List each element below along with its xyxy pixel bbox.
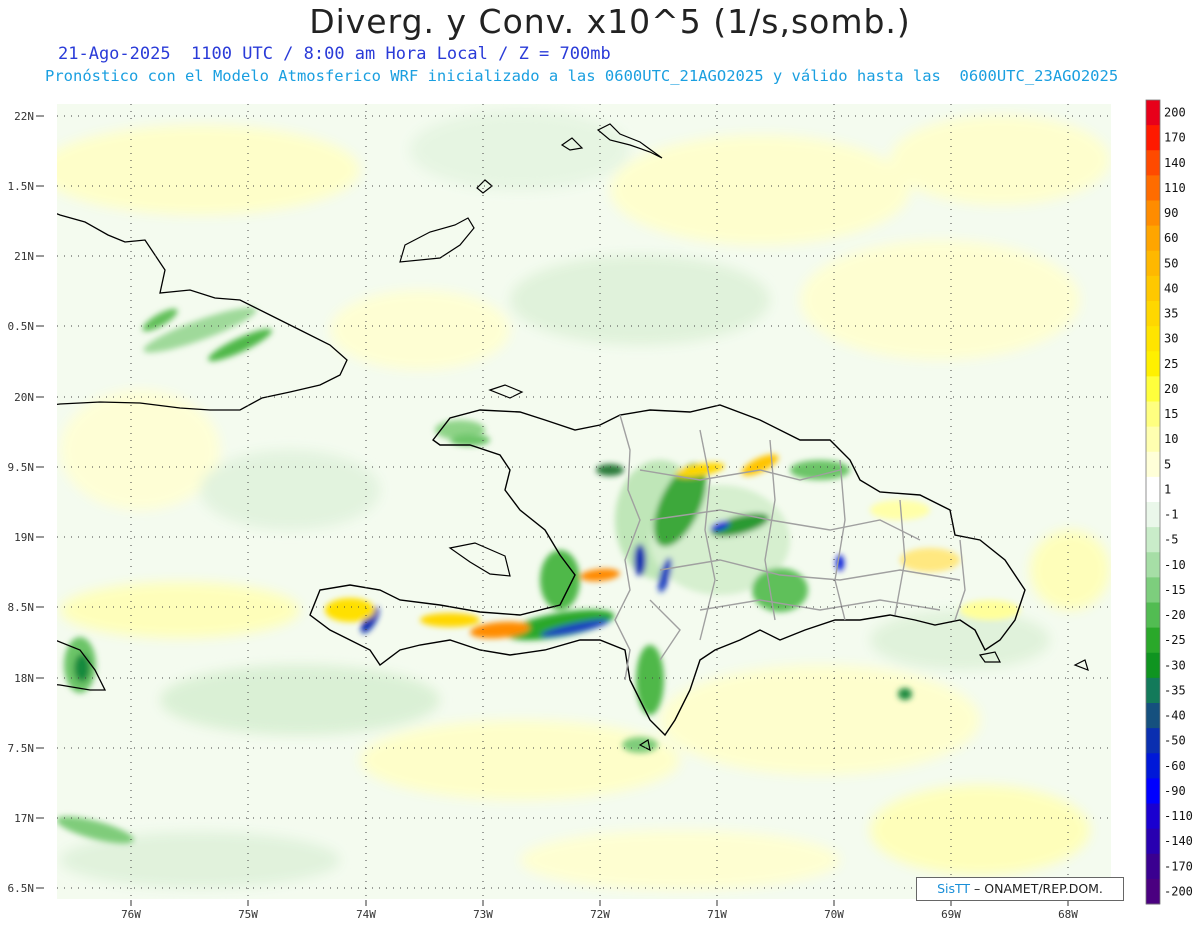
lon-label: 73W bbox=[473, 908, 493, 921]
colorbar-swatch bbox=[1146, 728, 1160, 754]
lat-label: 19N bbox=[14, 531, 34, 544]
lon-label: 74W bbox=[356, 908, 376, 921]
colorbar-label: 20 bbox=[1164, 382, 1178, 396]
colorbar-label: 170 bbox=[1164, 131, 1186, 145]
lon-label: 76W bbox=[121, 908, 141, 921]
colorbar-label: 50 bbox=[1164, 256, 1178, 270]
colorbar-swatch bbox=[1146, 125, 1160, 151]
colorbar-label: -10 bbox=[1164, 558, 1186, 572]
colorbar: 200 170 140 110 90 60 50 40 35 30 25 20 15 10 5 1 -1 -5 -1… bbox=[1145, 99, 1193, 905]
colorbar-label: 60 bbox=[1164, 231, 1178, 245]
colorbar-label: -140 bbox=[1164, 834, 1193, 848]
colorbar-swatch bbox=[1146, 200, 1160, 227]
lon-label: 70W bbox=[824, 908, 844, 921]
colorbar-swatch bbox=[1146, 878, 1160, 905]
lat-label: 21N bbox=[14, 250, 34, 263]
colorbar-swatch bbox=[1146, 778, 1160, 804]
divergence-field bbox=[57, 104, 1111, 899]
colorbar-label: 90 bbox=[1164, 206, 1178, 220]
colorbar-swatch bbox=[1146, 853, 1160, 880]
colorbar-label: -15 bbox=[1164, 583, 1186, 597]
sistt-logo: SisTT bbox=[937, 881, 971, 896]
lon-label: 72W bbox=[590, 908, 610, 921]
lat-label: 17N bbox=[14, 812, 34, 825]
colorbar-label: -50 bbox=[1164, 734, 1186, 748]
colorbar-swatch bbox=[1146, 426, 1160, 453]
colorbar-label: 5 bbox=[1164, 457, 1171, 471]
colorbar-label: 40 bbox=[1164, 281, 1178, 295]
colorbar-swatch bbox=[1146, 552, 1160, 578]
lat-label: 18N bbox=[14, 672, 34, 685]
colorbar-swatch bbox=[1146, 326, 1160, 352]
colorbar-swatch bbox=[1146, 301, 1160, 327]
colorbar-label: -60 bbox=[1164, 759, 1186, 773]
colorbar-label: 35 bbox=[1164, 307, 1178, 321]
colorbar-label: -25 bbox=[1164, 633, 1186, 647]
lon-label: 75W bbox=[238, 908, 258, 921]
colorbar-label: 10 bbox=[1164, 432, 1178, 446]
colorbar-label: -40 bbox=[1164, 709, 1186, 723]
colorbar-label: -200 bbox=[1164, 884, 1193, 898]
colorbar-swatch bbox=[1146, 150, 1160, 176]
colorbar-label: 30 bbox=[1164, 332, 1178, 346]
colorbar-swatch bbox=[1146, 527, 1160, 553]
credit-box: SisTT – ONAMET/REP.DOM. bbox=[916, 877, 1124, 901]
colorbar-label: 200 bbox=[1164, 106, 1186, 120]
colorbar-swatch bbox=[1146, 602, 1160, 629]
colorbar-swatch bbox=[1146, 376, 1160, 402]
latitude-labels: 22N 1.5N 21N 0.5N 20N 9.5N 19N 8.5N 18N … bbox=[8, 110, 35, 895]
lat-label: 6.5N bbox=[8, 882, 35, 895]
colorbar-label: -90 bbox=[1164, 784, 1186, 798]
colorbar-label: 15 bbox=[1164, 407, 1178, 421]
map-canvas: 22N 1.5N 21N 0.5N 20N 9.5N 19N 8.5N 18N … bbox=[8, 99, 1193, 921]
colorbar-label: -5 bbox=[1164, 533, 1178, 547]
colorbar-swatch bbox=[1146, 225, 1160, 252]
credit-text: – ONAMET/REP.DOM. bbox=[974, 881, 1103, 896]
colorbar-swatch bbox=[1146, 677, 1160, 704]
lat-label: 7.5N bbox=[8, 742, 35, 755]
colorbar-label: -1 bbox=[1164, 508, 1178, 522]
colorbar-label: 1 bbox=[1164, 482, 1171, 496]
colorbar-swatch bbox=[1146, 753, 1160, 779]
colorbar-swatch bbox=[1146, 577, 1160, 603]
colorbar-swatch bbox=[1146, 703, 1160, 729]
colorbar-swatch bbox=[1146, 476, 1160, 503]
colorbar-swatch bbox=[1146, 803, 1160, 830]
colorbar-label: -35 bbox=[1164, 683, 1186, 697]
colorbar-label: -110 bbox=[1164, 809, 1193, 823]
colorbar-swatch bbox=[1146, 401, 1160, 428]
lon-label: 68W bbox=[1058, 908, 1078, 921]
lon-label: 69W bbox=[941, 908, 961, 921]
colorbar-swatch bbox=[1146, 502, 1160, 528]
colorbar-swatch bbox=[1146, 652, 1160, 679]
colorbar-swatch bbox=[1146, 351, 1160, 377]
longitude-labels: 76W 75W 74W 73W 72W 71W 70W 69W 68W bbox=[121, 908, 1078, 921]
colorbar-label: -20 bbox=[1164, 608, 1186, 622]
colorbar-label: 25 bbox=[1164, 357, 1178, 371]
lat-label: 20N bbox=[14, 391, 34, 404]
lat-label: 0.5N bbox=[8, 320, 35, 333]
lon-label: 71W bbox=[707, 908, 727, 921]
colorbar-label: 140 bbox=[1164, 156, 1186, 170]
colorbar-label: -170 bbox=[1164, 859, 1193, 873]
lat-label: 8.5N bbox=[8, 601, 35, 614]
colorbar-swatch bbox=[1146, 451, 1160, 478]
colorbar-label: -30 bbox=[1164, 658, 1186, 672]
lat-label: 9.5N bbox=[8, 461, 35, 474]
colorbar-swatch bbox=[1146, 828, 1160, 855]
lat-label: 22N bbox=[14, 110, 34, 123]
lat-label: 1.5N bbox=[8, 180, 35, 193]
colorbar-label: 110 bbox=[1164, 181, 1186, 195]
colorbar-swatch bbox=[1146, 627, 1160, 654]
colorbar-swatch bbox=[1146, 175, 1160, 201]
colorbar-swatch bbox=[1146, 250, 1160, 277]
colorbar-swatch bbox=[1146, 275, 1160, 302]
colorbar-swatch bbox=[1146, 100, 1160, 126]
